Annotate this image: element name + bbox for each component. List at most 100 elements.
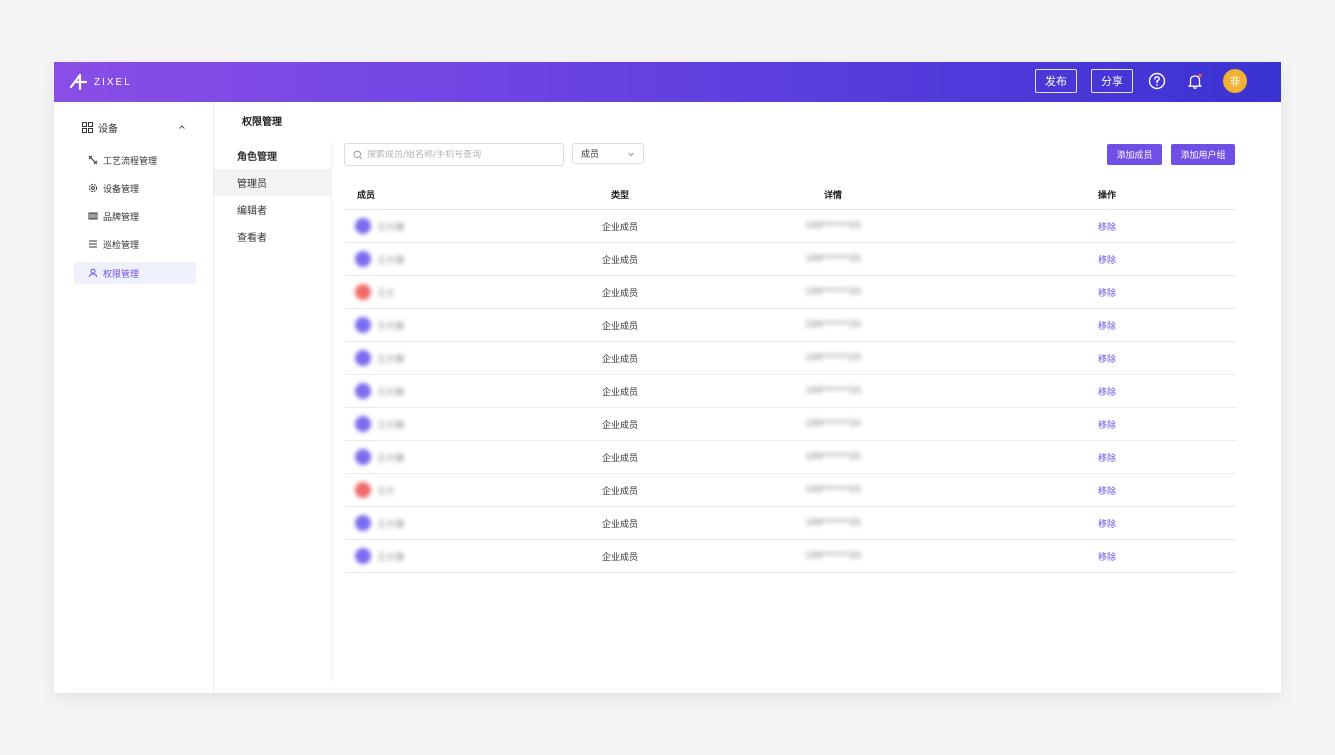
bell-icon[interactable] xyxy=(1185,71,1205,91)
search-icon xyxy=(353,150,363,159)
chevron-up-icon[interactable] xyxy=(178,123,186,131)
sidebar-group-label: 设备 xyxy=(98,123,118,135)
member-type: 企业成员 xyxy=(601,519,638,530)
member-cell: 王大锤 xyxy=(345,350,575,366)
sidebar-group-device[interactable]: 设备 xyxy=(82,120,186,135)
user-avatar[interactable]: 非 xyxy=(1223,69,1247,93)
share-button[interactable]: 分享 xyxy=(1091,69,1133,93)
remove-link[interactable]: 移除 xyxy=(1067,220,1147,233)
member-detail: 189******20 xyxy=(805,419,861,429)
member-name: 王大锤 xyxy=(377,420,405,431)
top-actions: 发布 分享 非 xyxy=(1035,69,1247,93)
sidebar: 设备 工艺流程管理 设备管理 品牌管理 巡检管理 权限管理 xyxy=(54,102,214,693)
sidebar-item-label: 工艺流程管理 xyxy=(103,156,158,167)
member-name: 王大锤 xyxy=(377,354,405,365)
role-item-editor[interactable]: 编辑者 xyxy=(214,196,331,223)
member-name: 王大 xyxy=(377,486,396,497)
main-content: 权限管理 角色管理 管理员 编辑者 查看者 成员 添加成员 添加用户组 成员 类… xyxy=(214,102,1281,693)
column-header-member: 成员 xyxy=(357,191,376,201)
column-header-type: 类型 xyxy=(610,191,629,201)
member-detail: 189******20 xyxy=(805,287,861,297)
member-type: 企业成员 xyxy=(601,486,638,497)
member-filter-select[interactable]: 成员 xyxy=(572,143,644,164)
user-icon xyxy=(88,268,98,278)
remove-link[interactable]: 移除 xyxy=(1067,550,1147,563)
table-row: 王大锤 企业成员 189******20 移除 xyxy=(345,540,1236,573)
remove-link[interactable]: 移除 xyxy=(1067,451,1147,464)
remove-link[interactable]: 移除 xyxy=(1067,517,1147,530)
role-panel: 角色管理 管理员 编辑者 查看者 xyxy=(214,142,332,682)
member-cell: 王大锤 xyxy=(345,317,575,333)
gear-icon xyxy=(88,183,98,193)
sidebar-item-device-management[interactable]: 设备管理 xyxy=(74,177,196,199)
table-row: 王大锤 企业成员 189******20 移除 xyxy=(345,507,1236,540)
remove-link[interactable]: 移除 xyxy=(1067,352,1147,365)
member-avatar xyxy=(355,548,371,564)
remove-link[interactable]: 移除 xyxy=(1067,286,1147,299)
search-input[interactable] xyxy=(367,149,547,160)
member-avatar xyxy=(355,350,371,366)
member-cell: 王大锤 xyxy=(345,416,575,432)
member-avatar xyxy=(355,515,371,531)
member-cell: 王大锤 xyxy=(345,515,575,531)
remove-link[interactable]: 移除 xyxy=(1067,253,1147,266)
member-name: 王大锤 xyxy=(377,387,405,398)
sidebar-item-label: 巡检管理 xyxy=(103,240,140,251)
page-title: 权限管理 xyxy=(242,117,282,128)
list-icon xyxy=(88,239,98,249)
member-name: 王大锤 xyxy=(377,255,405,266)
member-detail: 189******20 xyxy=(805,386,861,396)
member-type: 企业成员 xyxy=(601,321,638,332)
search-box xyxy=(344,143,564,166)
filter-selected-value: 成员 xyxy=(581,150,600,160)
role-item-viewer[interactable]: 查看者 xyxy=(214,223,331,250)
member-detail: 189******20 xyxy=(805,452,861,462)
remove-link[interactable]: 移除 xyxy=(1067,385,1147,398)
table-row: 王大锤 企业成员 189******20 移除 xyxy=(345,441,1236,474)
zixel-logo-icon xyxy=(69,73,88,91)
remove-link[interactable]: 移除 xyxy=(1067,484,1147,497)
member-name: 王大锤 xyxy=(377,222,405,233)
member-avatar xyxy=(355,482,371,498)
role-panel-heading: 角色管理 xyxy=(237,152,277,163)
sidebar-item-process[interactable]: 工艺流程管理 xyxy=(74,149,196,171)
publish-button[interactable]: 发布 xyxy=(1035,69,1077,93)
table-row: 王大锤 企业成员 189******20 移除 xyxy=(345,408,1236,441)
member-avatar xyxy=(355,317,371,333)
member-type: 企业成员 xyxy=(601,453,638,464)
table-row: 王大锤 企业成员 189******20 移除 xyxy=(345,243,1236,276)
member-avatar xyxy=(355,284,371,300)
member-name: 王大 xyxy=(377,288,396,299)
member-cell: 王大锤 xyxy=(345,218,575,234)
table-row: 王大锤 企业成员 189******20 移除 xyxy=(345,375,1236,408)
add-member-button[interactable]: 添加成员 xyxy=(1107,144,1162,165)
member-avatar xyxy=(355,218,371,234)
table-row: 王大锤 企业成员 189******20 移除 xyxy=(345,210,1236,243)
remove-link[interactable]: 移除 xyxy=(1067,319,1147,332)
member-type: 企业成员 xyxy=(601,222,638,233)
member-avatar xyxy=(355,383,371,399)
sidebar-item-permission-management[interactable]: 权限管理 xyxy=(74,262,196,284)
logo[interactable]: ZIXEL xyxy=(68,71,132,93)
table-row: 王大锤 企业成员 189******20 移除 xyxy=(345,309,1236,342)
member-type: 企业成员 xyxy=(601,354,638,365)
member-cell: 王大锤 xyxy=(345,251,575,267)
help-icon[interactable] xyxy=(1147,71,1167,91)
sidebar-item-brand-management[interactable]: 品牌管理 xyxy=(74,205,196,227)
role-item-admin[interactable]: 管理员 xyxy=(214,169,331,196)
member-cell: 王大锤 xyxy=(345,449,575,465)
member-name: 王大锤 xyxy=(377,321,405,332)
member-cell: 王大 xyxy=(345,284,575,300)
member-name: 王大锤 xyxy=(377,453,405,464)
brand-icon xyxy=(88,211,98,221)
member-cell: 王大锤 xyxy=(345,548,575,564)
member-detail: 189******20 xyxy=(805,254,861,264)
table-row: 王大 企业成员 189******20 移除 xyxy=(345,474,1236,507)
table-header: 成员 类型 详情 操作 xyxy=(345,180,1236,210)
member-type: 企业成员 xyxy=(601,288,638,299)
add-group-button[interactable]: 添加用户组 xyxy=(1171,144,1235,165)
table-row: 王大 企业成员 189******20 移除 xyxy=(345,276,1236,309)
sidebar-item-inspection-management[interactable]: 巡检管理 xyxy=(74,233,196,255)
member-cell: 王大 xyxy=(345,482,575,498)
remove-link[interactable]: 移除 xyxy=(1067,418,1147,431)
